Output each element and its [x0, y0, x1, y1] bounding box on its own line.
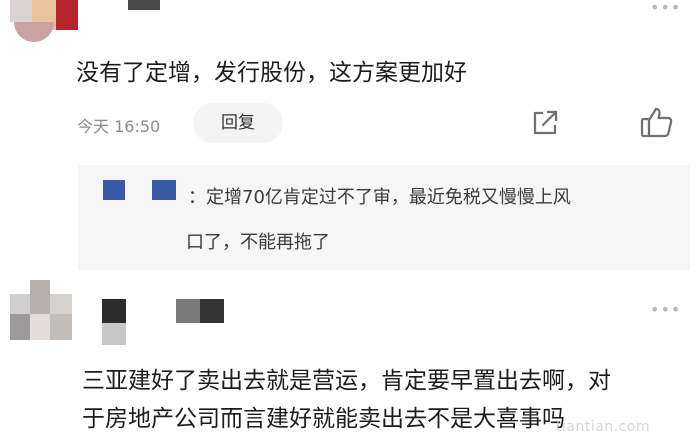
comment-text: 没有了定增，发行股份，这方案更加好 — [76, 60, 467, 86]
comment-feed: ••• 没有了定增，发行股份，这方案更加好 今天 16:50 回复 ：定增70亿… — [0, 0, 700, 447]
share-icon[interactable] — [530, 108, 560, 138]
username-redacted — [102, 299, 126, 323]
reply-button[interactable]: 回复 — [193, 103, 283, 143]
avatar[interactable] — [10, 0, 78, 42]
watermark: tiantian.com — [556, 419, 651, 435]
username-redacted — [128, 0, 160, 10]
username-redacted-part — [176, 299, 200, 323]
more-icon[interactable]: ••• — [650, 302, 681, 318]
username-redacted-part — [102, 323, 126, 345]
avatar[interactable] — [0, 280, 76, 350]
comment-timestamp: 今天 16:50 — [77, 117, 161, 136]
reply-username-redacted — [103, 180, 125, 200]
more-icon[interactable]: ••• — [650, 0, 681, 16]
reply-text: ：定增70亿肯定过不了审，最近免税又慢慢上风 — [188, 187, 571, 208]
divider — [0, 270, 700, 278]
username-redacted-part — [200, 299, 224, 323]
reply-text-continued: 口了，不能再拖了 — [186, 232, 330, 253]
comment-text-line: 三亚建好了卖出去就是营运，肯定要早置出去啊，对 — [82, 368, 611, 394]
reply-username-redacted-2 — [152, 180, 176, 200]
thumbs-up-icon[interactable] — [640, 106, 674, 138]
